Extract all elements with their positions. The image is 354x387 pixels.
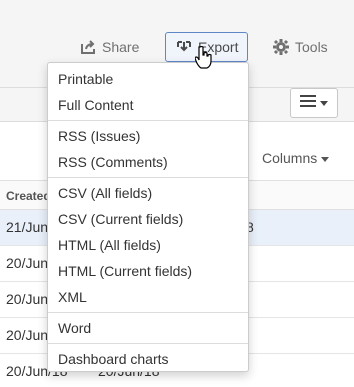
tools-button[interactable]: Tools [273,32,328,62]
menu-divider [48,120,248,121]
menu-item-csv-all-fields[interactable]: CSV (All fields) [48,181,248,205]
view-options-button[interactable] [290,88,338,118]
columns-label: Columns [262,150,318,166]
gear-icon [273,39,289,55]
columns-button[interactable]: Columns [262,150,330,166]
tools-label: Tools [295,39,328,55]
share-icon [80,39,96,55]
menu-item-xml[interactable]: XML [48,285,248,309]
menu-divider [48,312,248,313]
export-icon [176,39,192,55]
menu-divider [48,177,248,178]
menu-item-full-content[interactable]: Full Content [48,93,248,117]
menu-item-dashboard-charts[interactable]: Dashboard charts [48,347,248,371]
column-header-created[interactable]: Created [6,189,51,203]
export-dropdown-menu: Printable Full Content RSS (Issues) RSS … [47,62,249,372]
menu-item-html-current-fields[interactable]: HTML (Current fields) [48,259,248,283]
cell-created: 21/Jun [6,219,49,235]
hand-cursor-icon [194,45,213,75]
chevron-down-icon [320,94,328,112]
menu-item-word[interactable]: Word [48,316,248,340]
menu-divider [48,343,248,344]
menu-item-printable[interactable]: Printable [48,67,248,91]
menu-icon [300,94,316,112]
menu-item-csv-current-fields[interactable]: CSV (Current fields) [48,207,248,231]
cell-created: 20/Jun [6,291,49,307]
share-button[interactable]: Share [80,32,139,62]
menu-item-rss-comments[interactable]: RSS (Comments) [48,150,248,174]
cell-created: 20/Jun [6,327,49,343]
menu-item-rss-issues[interactable]: RSS (Issues) [48,124,248,148]
menu-item-html-all-fields[interactable]: HTML (All fields) [48,233,248,257]
chevron-down-icon [321,150,330,166]
cell-created: 20/Jun [6,255,49,271]
share-label: Share [102,39,140,55]
